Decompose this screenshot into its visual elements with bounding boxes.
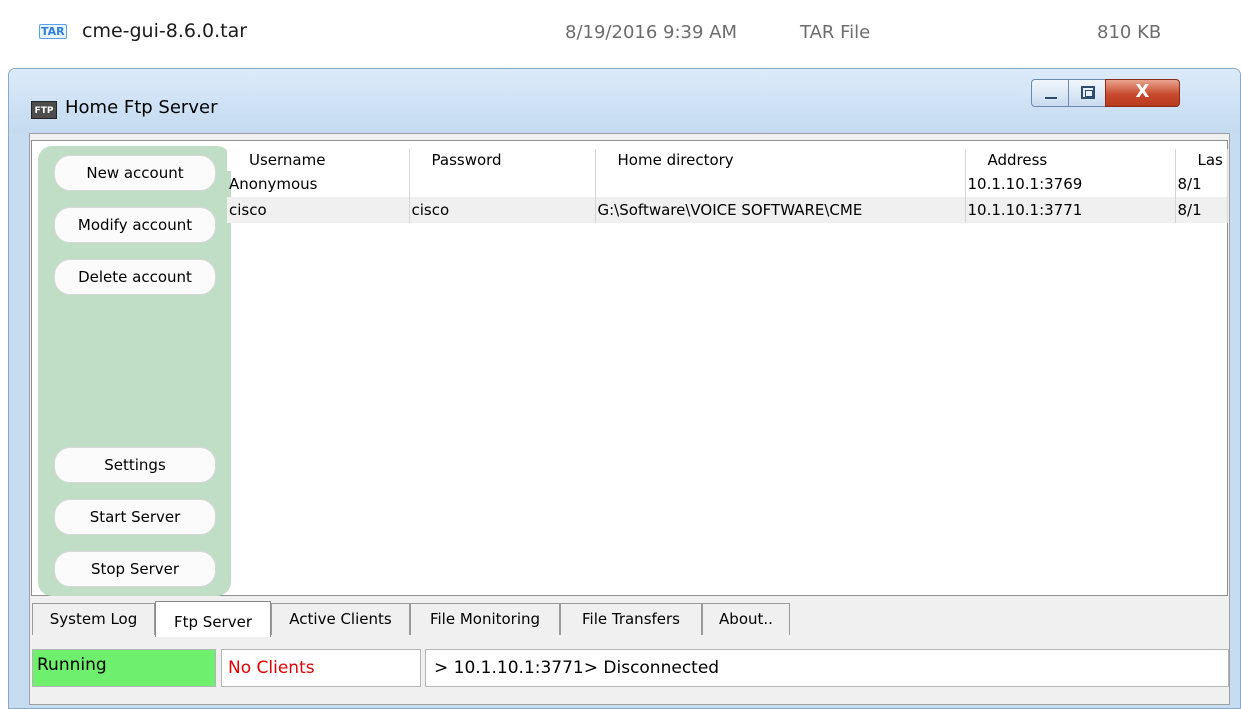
maximize-button[interactable] — [1068, 79, 1106, 107]
start-server-button[interactable]: Start Server — [54, 499, 216, 535]
cell-address: 10.1.10.1:3769 — [965, 171, 1176, 197]
column-header-home-directory[interactable]: Home directory — [595, 149, 966, 171]
title-bar[interactable]: FTP Home Ftp Server X — [9, 69, 1240, 133]
cell-home-directory — [595, 171, 966, 197]
connection-message: > 10.1.10.1:3771> Disconnected — [425, 649, 1229, 687]
column-header-address[interactable]: Address — [965, 149, 1176, 171]
tab-active-clients[interactable]: Active Clients — [271, 603, 410, 635]
file-size: 810 KB — [1097, 22, 1162, 43]
home-ftp-server-window: FTP Home Ftp Server X New account Modify… — [8, 68, 1241, 709]
column-header-password[interactable]: Password — [409, 149, 596, 171]
tab-ftp-server[interactable]: Ftp Server — [155, 601, 271, 637]
delete-account-button[interactable]: Delete account — [54, 259, 216, 295]
tab-about[interactable]: About.. — [702, 603, 790, 635]
file-list-row[interactable]: TAR cme-gui-8.6.0.tar 8/19/2016 9:39 AM … — [0, 0, 1241, 64]
ftp-app-icon: FTP — [31, 101, 57, 119]
close-button[interactable]: X — [1105, 79, 1180, 107]
cell-last: 8/1 — [1175, 171, 1228, 197]
column-header-username[interactable]: Username — [227, 149, 410, 171]
settings-button[interactable]: Settings — [54, 447, 216, 483]
cell-last: 8/1 — [1175, 197, 1228, 223]
minimize-button[interactable] — [1031, 79, 1069, 107]
account-actions-panel: New account Modify account Delete accoun… — [38, 146, 231, 596]
ftp-server-panel: New account Modify account Delete accoun… — [31, 140, 1228, 596]
minimize-icon — [1044, 96, 1058, 100]
cell-username: cisco — [227, 197, 410, 223]
tab-system-log[interactable]: System Log — [32, 603, 155, 635]
stop-server-button[interactable]: Stop Server — [54, 551, 216, 587]
column-header-last[interactable]: Las — [1175, 149, 1228, 171]
cell-password: cisco — [409, 197, 596, 223]
accounts-table: Username Password Home directory Address… — [227, 149, 1228, 223]
tab-file-transfers[interactable]: File Transfers — [560, 603, 702, 635]
tar-file-icon: TAR — [39, 24, 67, 39]
window-title: Home Ftp Server — [65, 97, 218, 118]
new-account-button[interactable]: New account — [54, 155, 216, 191]
table-row[interactable]: cisco cisco G:\Software\VOICE SOFTWARE\C… — [227, 197, 1228, 223]
modify-account-button[interactable]: Modify account — [54, 207, 216, 243]
client-count-status: No Clients — [221, 649, 421, 687]
maximize-icon — [1081, 86, 1095, 99]
file-type: TAR File — [800, 22, 871, 43]
close-icon: X — [1135, 81, 1150, 102]
tab-file-monitoring[interactable]: File Monitoring — [410, 603, 560, 635]
status-bar: Running No Clients > 10.1.10.1:3771> Dis… — [32, 649, 1229, 689]
server-status-badge: Running — [32, 649, 216, 687]
cell-username: Anonymous — [227, 171, 410, 197]
table-row[interactable]: Anonymous 10.1.10.1:3769 8/1 — [227, 171, 1228, 197]
cell-home-directory: G:\Software\VOICE SOFTWARE\CME — [595, 197, 966, 223]
cell-password — [409, 171, 596, 197]
file-date-modified: 8/19/2016 9:39 AM — [565, 22, 738, 43]
file-name: cme-gui-8.6.0.tar — [82, 20, 248, 42]
client-area: New account Modify account Delete accoun… — [29, 133, 1230, 705]
cell-address: 10.1.10.1:3771 — [965, 197, 1176, 223]
